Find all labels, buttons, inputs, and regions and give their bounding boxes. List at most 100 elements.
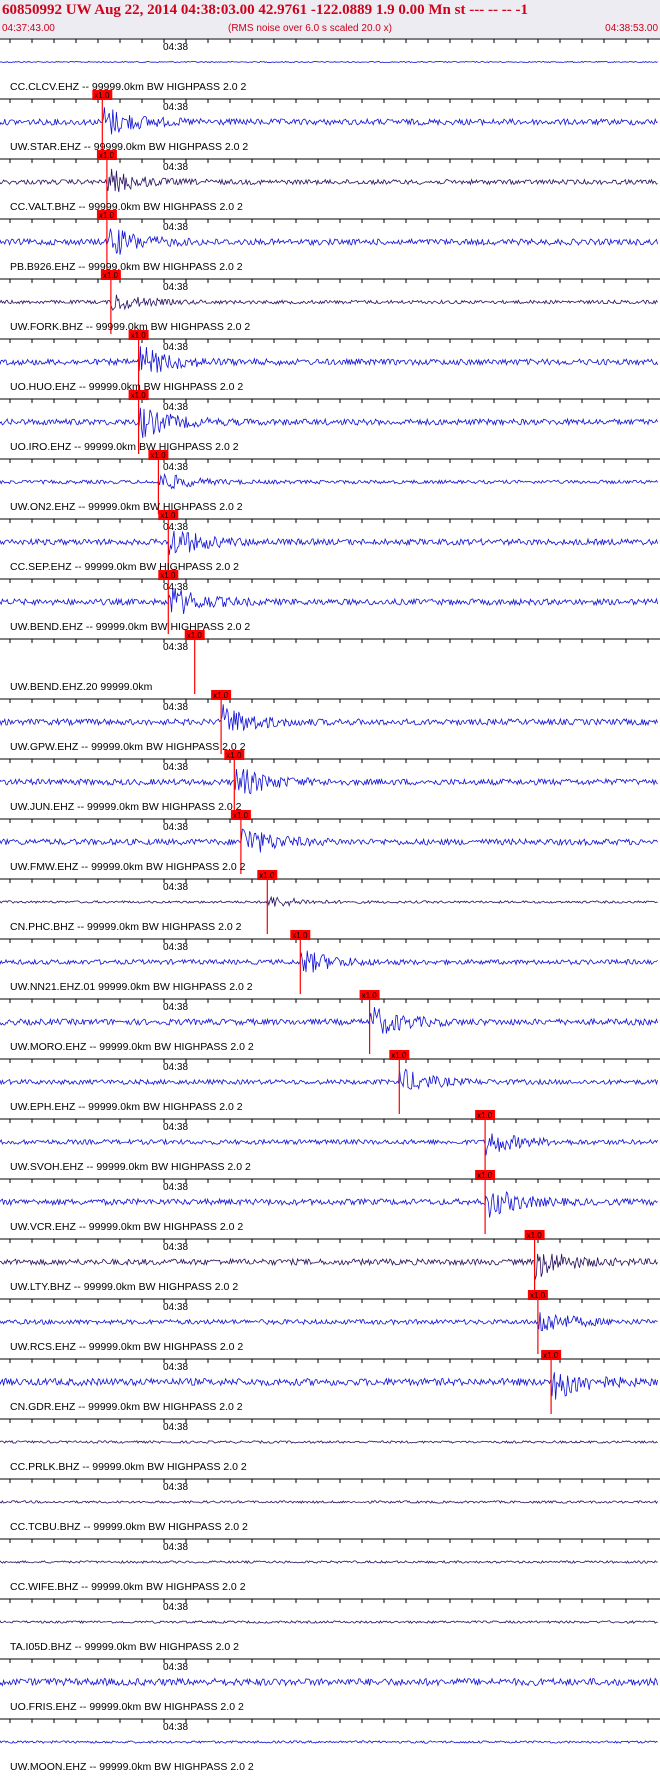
start-time: 04:37:43.00 (2, 23, 55, 34)
time-tick-label: 04:38 (163, 342, 188, 353)
pick-marker-label: x1.0 (391, 1051, 407, 1060)
station-label: CC.PRLK.BHZ -- 99999.0km BW HIGHPASS 2.0… (10, 1461, 247, 1473)
waveform-trace (0, 168, 658, 193)
station-label: UW.RCS.EHZ -- 99999.0km BW HIGHPASS 2.0 … (10, 1341, 243, 1353)
time-tick-label: 04:38 (163, 402, 188, 413)
time-tick-label: 04:38 (163, 102, 188, 113)
waveform-trace (0, 704, 658, 731)
time-tick-label: 04:38 (163, 162, 188, 173)
time-tick-label: 04:38 (163, 1122, 188, 1133)
station-label: CC.VALT.BHZ -- 99999.0km BW HIGHPASS 2.0… (10, 201, 243, 213)
station-label: UO.IRO.EHZ -- 99999.0km BW HIGHPASS 2.0 … (10, 441, 239, 453)
time-tick-label: 04:38 (163, 42, 188, 53)
pick-marker-label: x1.0 (530, 1291, 546, 1300)
station-label: CC.WIFE.BHZ -- 99999.0km BW HIGHPASS 2.0… (10, 1581, 246, 1593)
pick-marker-label: x1.0 (99, 151, 115, 160)
time-tick-label: 04:38 (163, 222, 188, 233)
station-label: UO.FRIS.EHZ -- 99999.0km BW HIGHPASS 2.0… (10, 1701, 244, 1713)
time-tick-label: 04:38 (163, 522, 188, 533)
time-tick-label: 04:38 (163, 1062, 188, 1073)
time-tick-label: 04:38 (163, 762, 188, 773)
waveform-trace (0, 1372, 658, 1400)
waveform-trace (0, 346, 658, 373)
waveform-trace (0, 530, 658, 556)
time-tick-label: 04:38 (163, 1662, 188, 1673)
waveform-trace (0, 588, 658, 615)
pick-marker-label: x1.0 (131, 391, 147, 400)
station-label: UW.STAR.EHZ -- 99999.0km BW HIGHPASS 2.0… (10, 141, 248, 153)
time-tick-label: 04:38 (163, 1242, 188, 1253)
station-label: PB.B926.EHZ -- 99999.0km BW HIGHPASS 2.0… (10, 261, 243, 273)
waveform-trace (0, 1440, 658, 1444)
station-label: CN.PHC.BHZ -- 99999.0km BW HIGHPASS 2.0 … (10, 921, 242, 933)
waveform-trace (0, 828, 658, 853)
station-label: CN.GDR.EHZ -- 99999.0km BW HIGHPASS 2.0 … (10, 1401, 243, 1413)
pick-marker-label: x1.0 (527, 1231, 543, 1240)
station-label: UO.HUO.EHZ -- 99999.0km BW HIGHPASS 2.0 … (10, 381, 243, 393)
station-label: UW.SVOH.EHZ -- 99999.0km BW HIGHPASS 2.0… (10, 1161, 251, 1173)
station-label: UW.LTY.BHZ -- 99999.0km BW HIGHPASS 2.0 … (10, 1281, 238, 1293)
waveform-trace (0, 1191, 658, 1218)
station-label: UW.JUN.EHZ -- 99999.0km BW HIGHPASS 2.0 … (10, 801, 242, 813)
station-label: UW.ON2.EHZ -- 99999.0km BW HIGHPASS 2.0 … (10, 501, 243, 513)
waveform-trace (0, 1312, 658, 1332)
waveform-trace (0, 1253, 658, 1280)
pick-marker-label: x1.0 (233, 811, 249, 820)
event-title: 60850992 UW Aug 22, 2014 04:38:03.00 42.… (2, 2, 528, 18)
pick-marker-label: x1.0 (187, 631, 203, 640)
waveform-trace (0, 228, 658, 255)
waveform-trace (0, 1007, 658, 1034)
time-tick-label: 04:38 (163, 822, 188, 833)
pick-marker-label: x1.0 (150, 451, 166, 460)
waveform-trace (0, 294, 658, 311)
time-tick-label: 04:38 (163, 1542, 188, 1553)
waveform-trace (0, 768, 658, 795)
pick-marker-label: x1.0 (160, 571, 176, 580)
waveform-trace (0, 60, 658, 64)
waveform-trace (0, 1133, 658, 1156)
waveform-trace (0, 1740, 658, 1744)
pick-marker-label: x1.0 (259, 871, 275, 880)
station-label: CC.CLCV.EHZ -- 99999.0km BW HIGHPASS 2.0… (10, 81, 246, 93)
station-label: TA.I05D.BHZ -- 99999.0km BW HIGHPASS 2.0… (10, 1641, 239, 1653)
time-tick-label: 04:38 (163, 702, 188, 713)
waveform-trace (0, 1620, 658, 1625)
pick-marker-label: x1.0 (292, 931, 308, 940)
pick-marker-label: x1.0 (226, 751, 242, 760)
waveform-trace (0, 1500, 658, 1505)
pick-marker-label: x1.0 (131, 331, 147, 340)
pick-marker-label: x1.0 (477, 1111, 493, 1120)
time-tick-label: 04:38 (163, 1002, 188, 1013)
waveform-trace (0, 107, 658, 135)
station-label: CC.SEP.EHZ -- 99999.0km BW HIGHPASS 2.0 … (10, 561, 239, 573)
time-tick-label: 04:38 (163, 642, 188, 653)
station-label: UW.NN21.EHZ.01 99999.0km BW HIGHPASS 2.0… (10, 981, 253, 993)
waveform-trace (0, 1068, 658, 1091)
time-tick-label: 04:38 (163, 462, 188, 473)
pick-marker-label: x1.0 (160, 511, 176, 520)
station-label: UW.BEND.EHZ -- 99999.0km BW HIGHPASS 2.0… (10, 621, 250, 633)
station-label: CC.TCBU.BHZ -- 99999.0km BW HIGHPASS 2.0… (10, 1521, 248, 1533)
time-tick-label: 04:38 (163, 1602, 188, 1613)
pick-marker-label: x1.0 (543, 1351, 559, 1360)
station-label: UW.VCR.EHZ -- 99999.0km BW HIGHPASS 2.0 … (10, 1221, 243, 1233)
time-tick-label: 04:38 (163, 1362, 188, 1373)
time-tick-label: 04:38 (163, 882, 188, 893)
waveform-trace (0, 1677, 658, 1687)
time-tick-label: 04:38 (163, 282, 188, 293)
waveform-trace (0, 895, 658, 908)
time-tick-label: 04:38 (163, 1302, 188, 1313)
pick-marker-label: x1.0 (103, 271, 119, 280)
station-label: UW.BEND.EHZ.20 99999.0km (10, 681, 153, 693)
station-label: UW.FMW.EHZ -- 99999.0km BW HIGHPASS 2.0 … (10, 861, 246, 873)
pick-marker-label: x1.0 (362, 991, 378, 1000)
pick-marker-label: x1.0 (213, 691, 229, 700)
seismogram-plot: 04:38 CC.CLCV.EHZ -- 99999.0km BW HIGHPAS… (0, 38, 660, 1773)
station-label: UW.EPH.EHZ -- 99999.0km BW HIGHPASS 2.0 … (10, 1101, 243, 1113)
end-time: 04:38:53.00 (605, 23, 658, 34)
time-tick-label: 04:38 (163, 1422, 188, 1433)
station-label: UW.GPW.EHZ -- 99999.0km BW HIGHPASS 2.0 … (10, 741, 246, 753)
time-tick-label: 04:38 (163, 1482, 188, 1493)
time-tick-label: 04:38 (163, 942, 188, 953)
waveform-trace (0, 950, 658, 973)
